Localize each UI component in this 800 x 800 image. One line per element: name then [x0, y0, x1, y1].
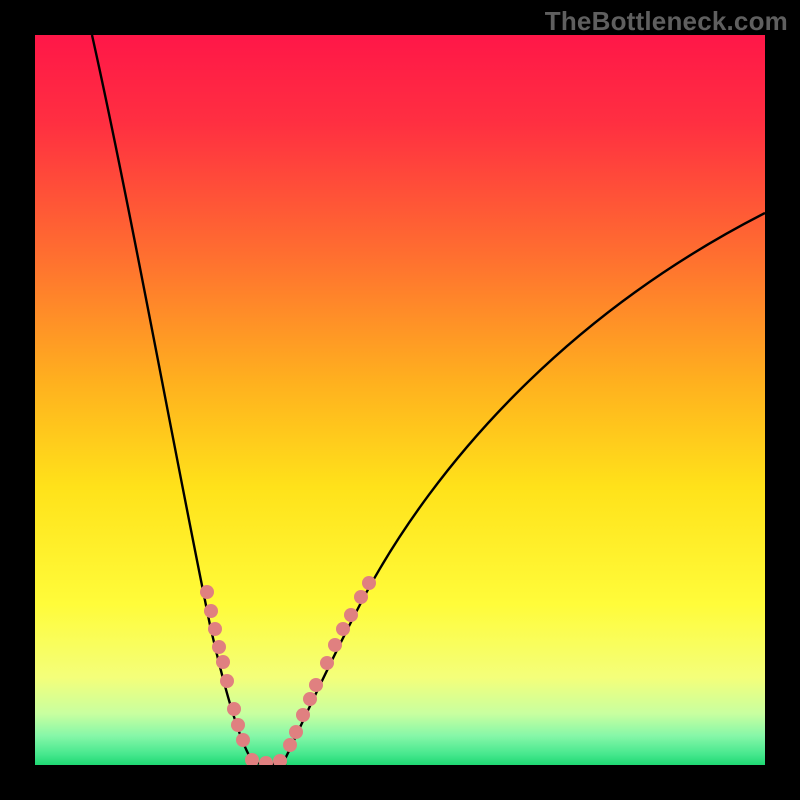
data-point — [273, 754, 287, 765]
data-point — [289, 725, 303, 739]
data-point — [208, 622, 222, 636]
data-point — [231, 718, 245, 732]
data-point — [354, 590, 368, 604]
data-point — [245, 753, 259, 765]
data-point — [204, 604, 218, 618]
data-point — [309, 678, 323, 692]
data-point — [362, 576, 376, 590]
data-point — [328, 638, 342, 652]
bottleneck-curve — [35, 35, 765, 765]
data-point — [259, 756, 273, 765]
data-point — [216, 655, 230, 669]
data-point — [227, 702, 241, 716]
data-point — [320, 656, 334, 670]
data-point — [336, 622, 350, 636]
data-point — [200, 585, 214, 599]
watermark-text: TheBottleneck.com — [545, 6, 788, 37]
data-point — [220, 674, 234, 688]
data-point — [344, 608, 358, 622]
data-point — [303, 692, 317, 706]
plot-area — [35, 35, 765, 765]
data-point — [236, 733, 250, 747]
data-point — [283, 738, 297, 752]
data-point — [296, 708, 310, 722]
chart-frame: TheBottleneck.com — [0, 0, 800, 800]
data-point — [212, 640, 226, 654]
